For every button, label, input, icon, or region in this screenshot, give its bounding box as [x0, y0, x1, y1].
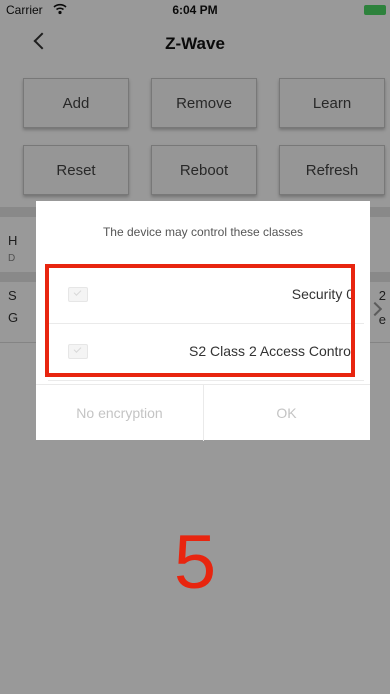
- highlight-box: [45, 264, 355, 377]
- ok-button[interactable]: OK: [203, 385, 370, 441]
- step-number: 5: [173, 520, 217, 605]
- no-encryption-button[interactable]: No encryption: [36, 385, 203, 441]
- dialog-actions: No encryption OK: [36, 384, 370, 441]
- dialog-title: The device may control these classes: [102, 225, 304, 239]
